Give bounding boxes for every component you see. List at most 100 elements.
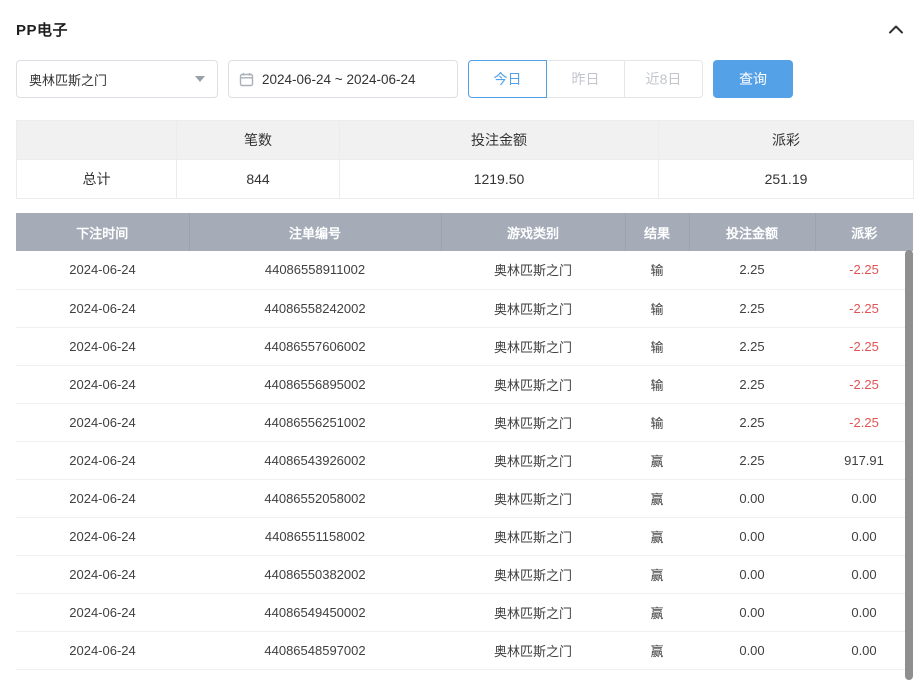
cell-result: 赢 xyxy=(625,631,689,669)
summary-header-bet: 投注金额 xyxy=(340,121,659,160)
cell-result: 输 xyxy=(625,327,689,365)
cell-payout: -2.25 xyxy=(815,327,913,365)
summary-payout-value: 251.19 xyxy=(659,160,914,199)
cell-payout: 0.00 xyxy=(815,555,913,593)
quick-range-group: 今日 昨日 近8日 xyxy=(468,60,703,98)
summary-bet-value: 1219.50 xyxy=(340,160,659,199)
cell-result: 输 xyxy=(625,365,689,403)
table-row: 2024-06-24 44086549450002 奥林匹斯之门 赢 0.00 … xyxy=(16,593,913,631)
cell-result xyxy=(625,669,689,680)
cell-game-type: 奥林匹斯之门 xyxy=(441,365,625,403)
col-header-bet-amount: 投注金额 xyxy=(689,213,815,251)
cell-bet-amount: 0.00 xyxy=(689,517,815,555)
cell-game-type: 奥林匹斯之门 xyxy=(441,327,625,365)
summary-total-label: 总计 xyxy=(17,160,177,199)
summary-header-empty xyxy=(17,121,177,160)
summary-header-count: 笔数 xyxy=(177,121,340,160)
collapse-panel-button[interactable] xyxy=(885,18,907,40)
cell-bet-amount: 0.00 xyxy=(689,593,815,631)
calendar-icon xyxy=(239,72,254,87)
cell-result: 赢 xyxy=(625,441,689,479)
cell-game-type: 奥林匹斯之门 xyxy=(441,517,625,555)
cell-payout: 0.00 xyxy=(815,479,913,517)
cell-result: 输 xyxy=(625,251,689,289)
today-button[interactable]: 今日 xyxy=(468,60,547,98)
bet-records-table: 下注时间 注单编号 游戏类别 结果 投注金额 派彩 2024-06-24 440… xyxy=(16,213,913,680)
table-row: 2024-06-24 44086551158002 奥林匹斯之门 赢 0.00 … xyxy=(16,517,913,555)
search-button[interactable]: 查询 xyxy=(713,60,793,98)
yesterday-button[interactable]: 昨日 xyxy=(546,60,625,98)
col-header-payout: 派彩 xyxy=(815,213,913,251)
records-header-row: 下注时间 注单编号 游戏类别 结果 投注金额 派彩 xyxy=(16,213,913,251)
pp-report-panel: PP电子 奥林匹斯之门 2024-06-24 ~ 2024-06-24 xyxy=(0,0,921,680)
cell-bet-time xyxy=(16,669,189,680)
summary-table: 笔数 投注金额 派彩 总计 844 1219.50 251.19 xyxy=(16,120,914,199)
table-row xyxy=(16,669,913,680)
cell-game-type: 奥林匹斯之门 xyxy=(441,289,625,327)
col-header-game-type: 游戏类别 xyxy=(441,213,625,251)
cell-order-id: 44086558911002 xyxy=(189,251,441,289)
chevron-down-icon xyxy=(195,76,205,82)
cell-payout: 0.00 xyxy=(815,631,913,669)
table-row: 2024-06-24 44086543926002 奥林匹斯之门 赢 2.25 … xyxy=(16,441,913,479)
cell-bet-time: 2024-06-24 xyxy=(16,327,189,365)
date-range-input[interactable]: 2024-06-24 ~ 2024-06-24 xyxy=(228,60,458,98)
cell-payout: 0.00 xyxy=(815,593,913,631)
date-range-value: 2024-06-24 ~ 2024-06-24 xyxy=(262,72,416,87)
cell-game-type: 奥林匹斯之门 xyxy=(441,555,625,593)
cell-result: 赢 xyxy=(625,479,689,517)
cell-payout: -2.25 xyxy=(815,289,913,327)
col-header-result: 结果 xyxy=(625,213,689,251)
cell-result: 赢 xyxy=(625,555,689,593)
cell-bet-amount: 2.25 xyxy=(689,251,815,289)
cell-payout: -2.25 xyxy=(815,365,913,403)
cell-game-type: 奥林匹斯之门 xyxy=(441,479,625,517)
cell-bet-amount: 2.25 xyxy=(689,289,815,327)
cell-bet-amount: 2.25 xyxy=(689,403,815,441)
cell-game-type: 奥林匹斯之门 xyxy=(441,251,625,289)
table-row: 2024-06-24 44086552058002 奥林匹斯之门 赢 0.00 … xyxy=(16,479,913,517)
cell-payout: -2.25 xyxy=(815,251,913,289)
cell-order-id: 44086556895002 xyxy=(189,365,441,403)
filter-bar: 奥林匹斯之门 2024-06-24 ~ 2024-06-24 今日 昨日 近8日… xyxy=(16,60,913,98)
cell-game-type: 奥林匹斯之门 xyxy=(441,441,625,479)
cell-bet-time: 2024-06-24 xyxy=(16,403,189,441)
cell-order-id: 44086558242002 xyxy=(189,289,441,327)
last-8-days-button[interactable]: 近8日 xyxy=(624,60,703,98)
cell-game-type: 奥林匹斯之门 xyxy=(441,593,625,631)
cell-bet-time: 2024-06-24 xyxy=(16,289,189,327)
table-row: 2024-06-24 44086548597002 奥林匹斯之门 赢 0.00 … xyxy=(16,631,913,669)
cell-bet-amount: 2.25 xyxy=(689,441,815,479)
cell-order-id: 44086549450002 xyxy=(189,593,441,631)
cell-payout: 0.00 xyxy=(815,517,913,555)
cell-bet-amount: 0.00 xyxy=(689,555,815,593)
cell-order-id: 44086556251002 xyxy=(189,403,441,441)
cell-result: 输 xyxy=(625,403,689,441)
cell-bet-time: 2024-06-24 xyxy=(16,365,189,403)
table-scrollbar[interactable] xyxy=(905,250,913,680)
cell-game-type: 奥林匹斯之门 xyxy=(441,403,625,441)
panel-header: PP电子 xyxy=(16,14,913,44)
cell-payout xyxy=(815,669,913,680)
cell-bet-time: 2024-06-24 xyxy=(16,593,189,631)
cell-game-type: 奥林匹斯之门 xyxy=(441,631,625,669)
game-select[interactable]: 奥林匹斯之门 xyxy=(16,60,218,98)
table-row: 2024-06-24 44086550382002 奥林匹斯之门 赢 0.00 … xyxy=(16,555,913,593)
summary-header-payout: 派彩 xyxy=(659,121,914,160)
page-title: PP电子 xyxy=(16,19,68,40)
cell-payout: -2.25 xyxy=(815,403,913,441)
cell-order-id: 44086552058002 xyxy=(189,479,441,517)
cell-order-id: 44086550382002 xyxy=(189,555,441,593)
table-row: 2024-06-24 44086556251002 奥林匹斯之门 输 2.25 … xyxy=(16,403,913,441)
cell-result: 赢 xyxy=(625,593,689,631)
cell-bet-time: 2024-06-24 xyxy=(16,251,189,289)
cell-bet-time: 2024-06-24 xyxy=(16,517,189,555)
table-row: 2024-06-24 44086558242002 奥林匹斯之门 输 2.25 … xyxy=(16,289,913,327)
cell-payout: 917.91 xyxy=(815,441,913,479)
cell-game-type xyxy=(441,669,625,680)
cell-bet-amount: 0.00 xyxy=(689,479,815,517)
summary-total-row: 总计 844 1219.50 251.19 xyxy=(17,160,914,199)
cell-bet-time: 2024-06-24 xyxy=(16,631,189,669)
cell-order-id xyxy=(189,669,441,680)
cell-order-id: 44086543926002 xyxy=(189,441,441,479)
